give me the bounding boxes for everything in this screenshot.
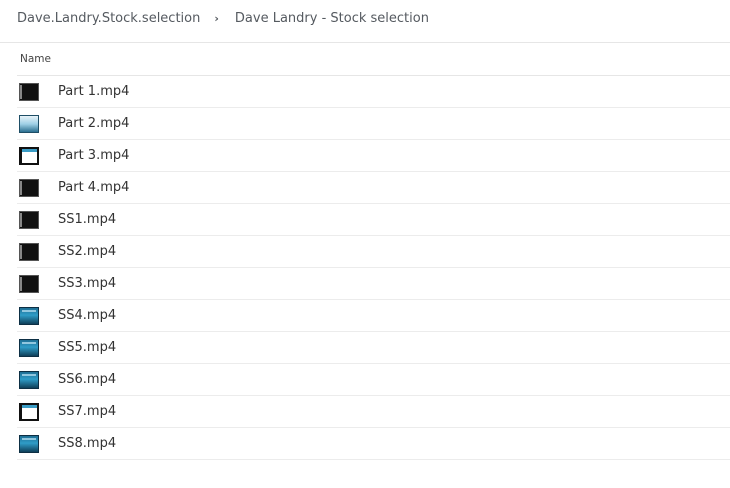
video-thumbnail-icon [19, 242, 39, 261]
file-row[interactable]: SS6.mp4 [17, 364, 730, 396]
video-thumbnail-icon [19, 338, 39, 357]
file-row[interactable]: SS4.mp4 [17, 300, 730, 332]
file-name: SS6.mp4 [58, 372, 117, 387]
video-thumbnail-icon [19, 114, 39, 133]
breadcrumb-current: Dave Landry - Stock selection [234, 10, 429, 26]
file-rows: Part 1.mp4 Part 2.mp4 Part 3.mp4 Part 4.mp4… [17, 76, 730, 460]
file-row[interactable]: Part 2.mp4 [17, 108, 730, 140]
file-name: Part 4.mp4 [58, 180, 130, 195]
breadcrumb-root-link[interactable]: Dave.Landry.Stock.selection [17, 11, 200, 26]
video-thumbnail-icon [19, 434, 39, 453]
video-thumbnail-icon [19, 210, 39, 229]
column-header-name[interactable]: Name [17, 43, 730, 76]
file-row[interactable]: SS2.mp4 [17, 236, 730, 268]
file-row[interactable]: SS8.mp4 [17, 428, 730, 460]
video-thumbnail-icon [19, 402, 39, 421]
file-name: SS3.mp4 [58, 276, 117, 291]
file-row[interactable]: SS1.mp4 [17, 204, 730, 236]
video-thumbnail-icon [19, 146, 39, 165]
file-row[interactable]: Part 3.mp4 [17, 140, 730, 172]
video-thumbnail-icon [19, 82, 39, 101]
video-thumbnail-icon [19, 370, 39, 389]
file-row[interactable]: SS3.mp4 [17, 268, 730, 300]
file-list: Name Part 1.mp4 Part 2.mp4 Part 3.mp4 Part … [17, 43, 730, 460]
file-name: SS4.mp4 [58, 308, 117, 323]
file-row[interactable]: Part 4.mp4 [17, 172, 730, 204]
file-name: SS7.mp4 [58, 404, 117, 419]
video-thumbnail-icon [19, 306, 39, 325]
chevron-right-icon: › [214, 11, 219, 25]
file-row[interactable]: SS5.mp4 [17, 332, 730, 364]
file-name: SS1.mp4 [58, 212, 117, 227]
video-thumbnail-icon [19, 274, 39, 293]
file-row[interactable]: SS7.mp4 [17, 396, 730, 428]
file-name: SS5.mp4 [58, 340, 117, 355]
file-name: Part 2.mp4 [58, 116, 130, 131]
file-name: SS8.mp4 [58, 436, 117, 451]
video-thumbnail-icon [19, 178, 39, 197]
breadcrumb: Dave.Landry.Stock.selection › Dave Landr… [0, 0, 730, 36]
file-name: Part 1.mp4 [58, 84, 130, 99]
file-row[interactable]: Part 1.mp4 [17, 76, 730, 108]
column-header-label: Name [20, 53, 51, 65]
file-name: Part 3.mp4 [58, 148, 130, 163]
file-name: SS2.mp4 [58, 244, 117, 259]
